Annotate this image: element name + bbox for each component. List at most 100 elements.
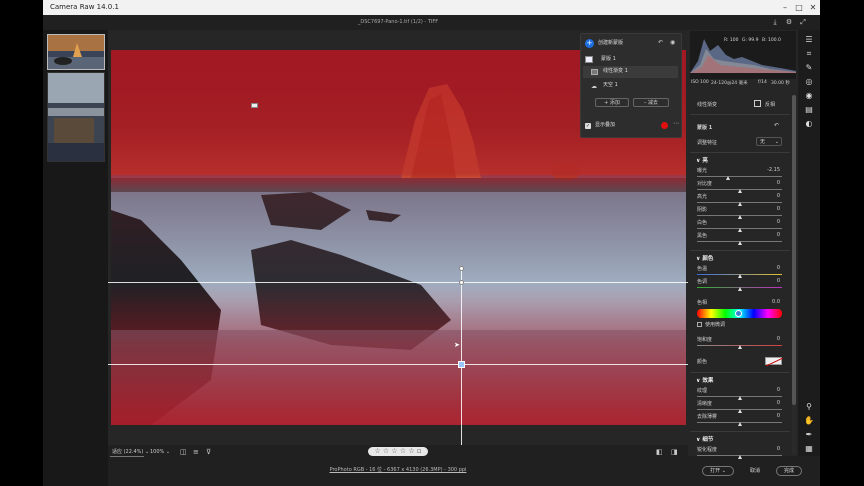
slider-handle[interactable] xyxy=(737,345,742,349)
light-section-header[interactable]: ∨ 亮 xyxy=(696,156,708,164)
mask-item-2[interactable]: 线性渐变 1 xyxy=(603,66,628,77)
slider-value[interactable]: 0 xyxy=(766,336,780,342)
cancel-button[interactable]: 取消 xyxy=(742,466,768,476)
fullscreen-icon[interactable]: ⤢ xyxy=(798,18,808,28)
gradient-guide-bottom[interactable] xyxy=(108,364,688,365)
minimize-icon[interactable]: – xyxy=(778,0,792,15)
mask-item-1[interactable]: 蒙版 1 xyxy=(601,54,616,65)
slider-label: 阴影 xyxy=(697,207,708,213)
sky-mask-pin[interactable] xyxy=(251,103,258,108)
slider-value[interactable]: 0 xyxy=(766,413,780,419)
slider-handle[interactable] xyxy=(737,409,742,413)
fine-adjust-checkbox[interactable] xyxy=(697,322,702,327)
view-toggle-icon[interactable]: ◨ xyxy=(671,445,678,459)
red-eye-icon[interactable]: ◉ xyxy=(804,91,814,101)
hue-slider-handle[interactable] xyxy=(735,310,742,317)
compare-icon[interactable]: ◫ xyxy=(180,445,187,459)
workflow-options-link[interactable]: ProPhoto RGB - 16 位 - 6367 x 4130 (26.3M… xyxy=(108,464,688,476)
save-icon[interactable]: ⤓ xyxy=(770,18,780,28)
slider-handle[interactable] xyxy=(737,215,742,219)
sampler-icon[interactable]: ✒ xyxy=(804,430,814,440)
reset-icon[interactable]: ↶ xyxy=(774,122,779,129)
mask-1-thumbnail[interactable] xyxy=(585,56,593,63)
create-mask-icon[interactable]: + xyxy=(585,39,594,48)
color-section-title: 颜色 xyxy=(702,256,714,262)
hue-value[interactable]: 0.0 xyxy=(766,299,780,305)
slider-handle[interactable] xyxy=(737,274,742,278)
slider-value[interactable]: 0 xyxy=(766,265,780,271)
slider-value[interactable]: 0 xyxy=(766,400,780,406)
thumbnail-1[interactable] xyxy=(47,34,105,70)
slider-handle[interactable] xyxy=(725,176,730,180)
slider-value[interactable]: 0 xyxy=(766,206,780,212)
crop-icon[interactable]: ⌗ xyxy=(804,49,814,59)
rating-stars[interactable]: ☆ ☆ ☆ ☆ ☆ ▫ xyxy=(368,447,428,456)
slider-handle[interactable] xyxy=(737,189,742,193)
before-after-icon[interactable]: ◧ xyxy=(656,445,663,459)
gradient-guide-top[interactable] xyxy=(108,282,688,283)
slider-value[interactable]: 0 xyxy=(766,180,780,186)
slider-label: 白色 xyxy=(697,220,708,226)
scrollbar-thumb[interactable] xyxy=(792,95,796,405)
slider-value[interactable]: 0 xyxy=(766,232,780,238)
maximize-icon[interactable]: □ xyxy=(792,0,806,15)
reset-mask-icon[interactable]: ↶ xyxy=(658,39,663,46)
preset-dropdown[interactable]: 无 ⌄ xyxy=(756,137,782,146)
slider-value[interactable]: 0 xyxy=(766,219,780,225)
slider-label: 色调 xyxy=(697,279,708,285)
slider-handle[interactable] xyxy=(737,241,742,245)
gradient-rotation-handle[interactable] xyxy=(459,266,464,271)
slider-value[interactable]: 0 xyxy=(766,446,780,452)
slider-track[interactable] xyxy=(697,176,782,177)
more-options-icon[interactable]: ⋯ xyxy=(673,120,679,127)
window-title: Camera Raw 14.0.1 xyxy=(50,3,119,11)
slider-label: 曝光 xyxy=(697,168,708,174)
mask-item-3[interactable]: 天空 1 xyxy=(603,80,618,91)
presets-icon[interactable]: ◐ xyxy=(804,119,814,129)
filter-icon[interactable]: ⊽ xyxy=(206,445,211,459)
panel-scrollbar[interactable] xyxy=(792,95,796,455)
close-icon[interactable]: ✕ xyxy=(806,0,820,15)
slider-value[interactable]: 0 xyxy=(766,278,780,284)
add-button[interactable]: + 添加 xyxy=(595,98,629,107)
gradient-rotation-line[interactable] xyxy=(461,268,462,445)
show-overlay-checkbox[interactable]: ✓ xyxy=(585,123,591,129)
invert-icon[interactable] xyxy=(754,100,761,107)
slider-value[interactable]: 0 xyxy=(766,193,780,199)
gradient-center-pin[interactable] xyxy=(458,361,465,368)
effects-section-header[interactable]: ∨ 效果 xyxy=(696,376,713,384)
gear-icon[interactable]: ⚙ xyxy=(784,18,794,28)
zoom-100-dropdown[interactable]: 100% ⌄ xyxy=(150,445,170,459)
color-label: 颜色 xyxy=(697,359,708,365)
slider-handle[interactable] xyxy=(737,287,742,291)
masking-icon[interactable]: ◎ xyxy=(804,77,814,87)
slider-handle[interactable] xyxy=(737,202,742,206)
trash-icon[interactable]: ▫ xyxy=(417,447,422,455)
snapshots-icon[interactable]: ▤ xyxy=(804,105,814,115)
create-mask-label[interactable]: 创建新蒙版 xyxy=(598,38,623,49)
thumbnail-2[interactable] xyxy=(47,72,105,162)
edit-sliders-icon[interactable]: ☰ xyxy=(804,35,814,45)
slider-handle[interactable] xyxy=(737,422,742,426)
invert-label[interactable]: 反相 xyxy=(765,101,775,108)
gradient-top-handle[interactable] xyxy=(459,280,464,285)
slider-handle[interactable] xyxy=(737,396,742,400)
open-button[interactable]: 打开 ⌄ xyxy=(702,466,734,476)
slider-handle[interactable] xyxy=(737,228,742,232)
detail-section-header[interactable]: ∨ 细节 xyxy=(696,435,713,443)
overlay-color-swatch[interactable] xyxy=(661,122,668,129)
eye-icon[interactable]: ◉ xyxy=(670,39,675,46)
zoom-icon[interactable]: ⚲ xyxy=(804,402,814,412)
grid-icon[interactable]: ▦ xyxy=(804,444,814,454)
color-section-header[interactable]: ∨ 颜色 xyxy=(696,254,713,262)
healing-brush-icon[interactable]: ✎ xyxy=(804,63,814,73)
slider-value[interactable]: -2.15 xyxy=(766,167,780,173)
sort-icon[interactable]: ≡ xyxy=(193,445,199,459)
done-button[interactable]: 完成 xyxy=(776,466,802,476)
color-swatch[interactable] xyxy=(765,357,784,367)
subtract-button[interactable]: – 减去 xyxy=(633,98,669,107)
fit-zoom-underline xyxy=(110,456,144,457)
slider-handle[interactable] xyxy=(737,455,742,459)
slider-value[interactable]: 0 xyxy=(766,387,780,393)
hand-icon[interactable]: ✋ xyxy=(804,416,814,426)
